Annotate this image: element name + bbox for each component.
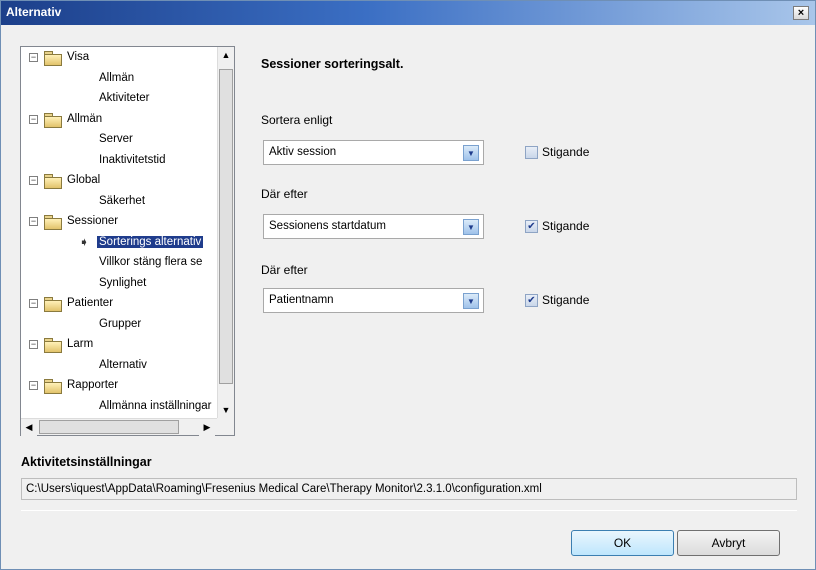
collapse-icon[interactable]: − (29, 114, 38, 124)
scroll-corner (217, 418, 234, 435)
config-path-field[interactable]: C:\Users\iquest\AppData\Roaming\Freseniu… (21, 478, 797, 500)
activity-settings-title: Aktivitetsinställningar (21, 455, 152, 469)
tree-item-label: Grupper (99, 317, 142, 330)
folder-icon (44, 174, 62, 189)
ascending-checkbox-3[interactable]: ✔ (525, 294, 538, 307)
ascending-checkbox-2[interactable]: ✔ (525, 220, 538, 233)
ascending-label-3: Stigande (542, 293, 590, 307)
divider (21, 510, 797, 511)
tree-item[interactable]: Server (21, 131, 218, 151)
tree-item-label: Synlighet (99, 276, 147, 289)
tree-item-label: Inaktivitetstid (99, 153, 166, 166)
tree-item-label: Server (99, 133, 133, 145)
tree-item-label: Aktiviteter (99, 92, 150, 104)
settings-tree[interactable]: − Visa Allmän Aktiviteter − Allmän Server Inakt… (20, 46, 235, 436)
tree-item-label: Allmänna inställningar (99, 399, 212, 412)
tree-folder-node[interactable]: − Rapporter (21, 377, 218, 397)
folder-icon (44, 297, 62, 312)
panel-heading: Sessioner sorteringsalt. (261, 57, 404, 71)
ascending-checkbox-1[interactable] (525, 146, 538, 159)
chevron-down-icon[interactable]: ▼ (463, 219, 479, 235)
scroll-down-button[interactable]: ▼ (218, 402, 234, 419)
tree-item[interactable]: Synlighet (21, 275, 218, 295)
tree-item[interactable]: Säkerhet (21, 193, 218, 213)
sort-by-dropdown[interactable]: Aktiv session ▼ (263, 140, 484, 165)
then-by-value-2: Patientnamn (269, 294, 334, 306)
tree-item-label: Sessioner (67, 215, 119, 227)
tree-folder-node[interactable]: − Sessioner (21, 213, 218, 233)
ascending-label-2: Stigande (542, 219, 590, 233)
horizontal-scroll-thumb[interactable] (39, 420, 179, 434)
then-by-label-1: Där efter (261, 187, 308, 201)
selected-arrow-icon: ➧ (79, 234, 90, 249)
tree-item[interactable]: ➧ Sorterings alternativ (21, 234, 218, 254)
tree-folder-node[interactable]: − Global (21, 172, 218, 192)
sort-by-label: Sortera enligt (261, 113, 333, 127)
close-button[interactable]: × (793, 6, 809, 20)
tree-item-label: Global (67, 174, 101, 186)
scroll-up-button[interactable]: ▲ (218, 47, 234, 64)
folder-icon (44, 215, 62, 230)
sort-by-value: Aktiv session (269, 146, 337, 158)
folder-icon (44, 338, 62, 353)
title-bar[interactable]: Alternativ × (1, 1, 815, 25)
then-by-dropdown-2[interactable]: Patientnamn ▼ (263, 288, 484, 313)
tree-item[interactable]: Aktiviteter (21, 90, 218, 110)
ascending-label-1: Stigande (542, 145, 590, 159)
horizontal-scrollbar[interactable]: ◀ ▶ (21, 418, 218, 436)
then-by-label-2: Där efter (261, 263, 308, 277)
scroll-left-button[interactable]: ◀ (21, 419, 37, 436)
chevron-down-icon[interactable]: ▼ (463, 293, 479, 309)
chevron-down-icon[interactable]: ▼ (463, 145, 479, 161)
folder-icon (44, 51, 62, 66)
tree-folder-node[interactable]: − Allmän (21, 111, 218, 131)
tree-folder-node[interactable]: − Larm (21, 336, 218, 356)
vertical-scrollbar[interactable]: ▲ ▼ (217, 47, 234, 419)
options-dialog: Alternativ × − Visa Allmän Aktiviteter − Allm… (0, 0, 816, 570)
tree-item[interactable]: Allmänna inställningar (21, 398, 218, 418)
folder-icon (44, 112, 62, 128)
tree-item[interactable]: Villkor stäng flera se (21, 254, 218, 274)
tree-folder-node[interactable]: − Visa (21, 49, 218, 69)
tree-item-label: Alternativ (99, 358, 147, 371)
tree-item[interactable]: Alternativ (21, 357, 218, 377)
then-by-dropdown-1[interactable]: Sessionens startdatum ▼ (263, 214, 484, 239)
then-by-value-1: Sessionens startdatum (269, 220, 386, 232)
folder-icon (44, 379, 62, 394)
collapse-icon[interactable]: − (29, 381, 38, 390)
tree-folder-node[interactable]: − Patienter (21, 295, 218, 315)
tree-item-label: Rapporter (67, 379, 119, 391)
tree-item[interactable]: Inaktivitetstid (21, 152, 218, 172)
collapse-icon[interactable]: − (29, 176, 38, 185)
tree-item-label: Allmän (67, 112, 103, 125)
tree-item-label: Sorterings alternativ (97, 235, 204, 248)
vertical-scroll-thumb[interactable] (219, 69, 233, 384)
collapse-icon[interactable]: − (29, 217, 38, 226)
tree-item-label: Larm (67, 338, 94, 350)
collapse-icon[interactable]: − (29, 299, 38, 308)
tree-viewport: − Visa Allmän Aktiviteter − Allmän Server Inakt… (21, 47, 218, 419)
tree-item[interactable]: Grupper (21, 316, 218, 336)
tree-item-label: Allmän (99, 71, 135, 84)
collapse-icon[interactable]: − (29, 340, 38, 349)
config-path-value: C:\Users\iquest\AppData\Roaming\Freseniu… (26, 483, 542, 495)
tree-item-label: Villkor stäng flera se (99, 256, 203, 268)
tree-item-label: Patienter (67, 297, 114, 309)
ok-button[interactable]: OK (571, 530, 674, 556)
tree-item-label: Visa (67, 51, 90, 63)
collapse-icon[interactable]: − (29, 53, 38, 62)
window-title: Alternativ (6, 5, 62, 19)
tree-item[interactable]: Allmän (21, 70, 218, 90)
scroll-right-button[interactable]: ▶ (199, 419, 215, 436)
tree-item-label: Säkerhet (99, 194, 146, 207)
cancel-button[interactable]: Avbryt (677, 530, 780, 556)
